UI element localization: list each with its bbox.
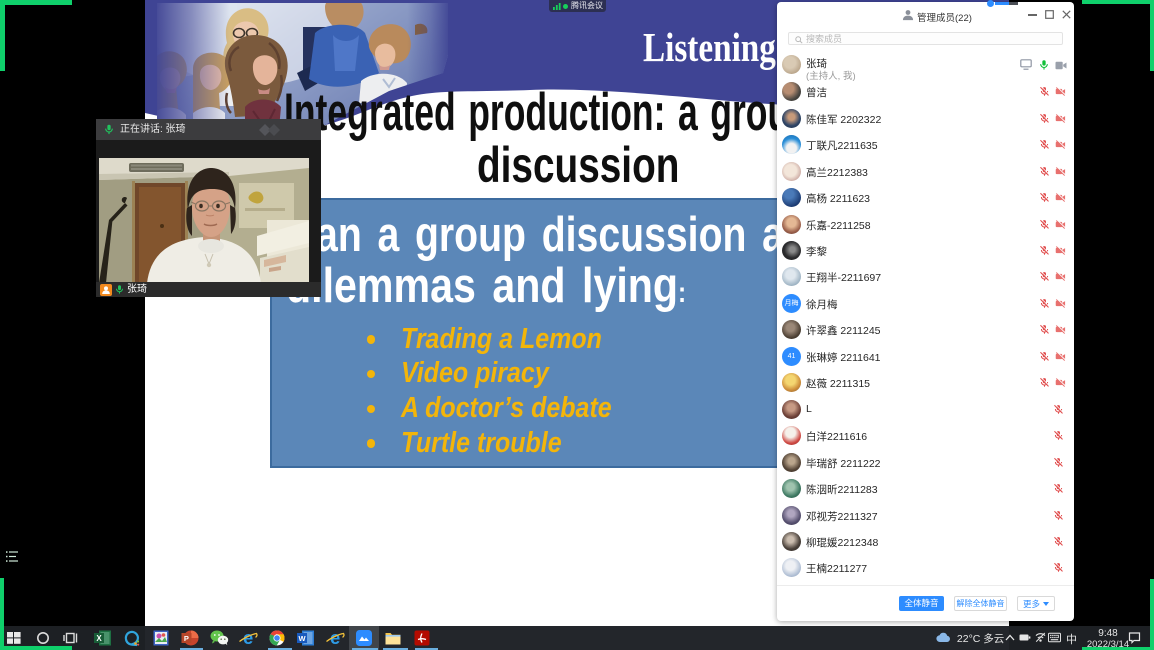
- svg-text:W: W: [298, 634, 306, 643]
- svg-text:X: X: [96, 634, 102, 643]
- svg-text:P: P: [183, 634, 188, 643]
